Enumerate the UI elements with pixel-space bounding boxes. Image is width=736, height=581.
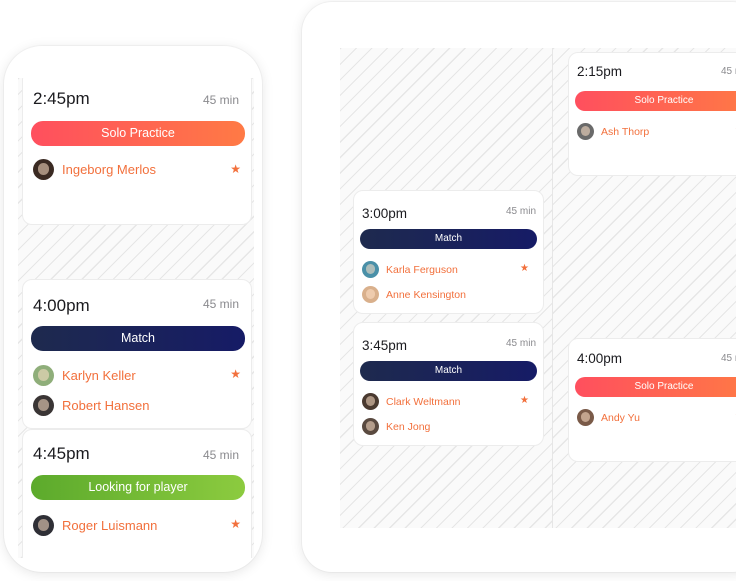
avatar — [577, 409, 594, 426]
player-name[interactable]: Roger Luismann — [62, 518, 157, 533]
player-name[interactable]: Andy Yu — [601, 412, 640, 424]
session-type-badge[interactable]: Match — [31, 326, 245, 351]
session-type-badge[interactable]: Solo Practice — [575, 91, 736, 111]
session-time: 4:45pm — [33, 444, 90, 463]
avatar — [577, 123, 594, 140]
player-row[interactable]: Karlyn Keller — [33, 365, 136, 386]
avatar — [33, 515, 54, 536]
player-row[interactable]: Robert Hansen — [33, 395, 149, 416]
session-card-looking[interactable]: 4:45pm 45 min Looking for player Roger L… — [22, 429, 252, 558]
session-time: 2:15pm — [577, 64, 623, 79]
avatar — [362, 418, 379, 435]
star-icon[interactable]: ★ — [520, 395, 529, 406]
player-name[interactable]: Karlyn Keller — [62, 368, 136, 383]
session-card-match[interactable]: 4:00pm 45 min Match Karlyn Keller ★ Robe… — [22, 279, 252, 429]
session-card-solo-practice[interactable]: 2:15pm 45 min Solo Practice Ash Thorp ★ — [568, 52, 736, 176]
session-time: 3:45pm — [362, 338, 408, 353]
session-time: 2:45pm — [33, 89, 90, 108]
tablet-device: 3:00pm 45 min Match Karla Ferguson ★ Ann… — [302, 2, 736, 572]
session-type-badge[interactable]: Solo Practice — [31, 121, 245, 146]
player-name[interactable]: Ken Jong — [386, 421, 430, 433]
avatar — [33, 159, 54, 180]
session-type-badge[interactable]: Solo Practice — [575, 377, 736, 397]
session-card-solo-practice[interactable]: 2:45pm 45 min Solo Practice Ingeborg Mer… — [22, 78, 252, 225]
player-row[interactable]: Ash Thorp — [577, 123, 649, 140]
star-icon[interactable]: ★ — [230, 162, 241, 176]
avatar — [33, 365, 54, 386]
phone-schedule[interactable]: 2:45pm 45 min Solo Practice Ingeborg Mer… — [18, 78, 254, 558]
avatar — [33, 395, 54, 416]
player-name[interactable]: Clark Weltmann — [386, 396, 461, 408]
avatar — [362, 286, 379, 303]
player-row[interactable]: Andy Yu — [577, 409, 640, 426]
session-type-badge[interactable]: Match — [360, 361, 537, 381]
session-card-match[interactable]: 3:00pm 45 min Match Karla Ferguson ★ Ann… — [353, 190, 544, 314]
player-row[interactable]: Roger Luismann — [33, 515, 157, 536]
star-icon[interactable]: ★ — [230, 517, 241, 531]
player-name[interactable]: Ash Thorp — [601, 126, 649, 138]
session-time: 4:00pm — [577, 351, 623, 366]
session-duration: 45 min — [721, 66, 736, 77]
player-name[interactable]: Anne Kensington — [386, 289, 466, 301]
session-type-badge[interactable]: Looking for player — [31, 475, 245, 500]
tablet-schedule[interactable]: 3:00pm 45 min Match Karla Ferguson ★ Ann… — [340, 48, 736, 528]
session-time: 3:00pm — [362, 206, 408, 221]
player-name[interactable]: Ingeborg Merlos — [62, 162, 156, 177]
session-card-solo-practice[interactable]: 4:00pm 45 min Solo Practice Andy Yu ★ — [568, 338, 736, 462]
avatar — [362, 261, 379, 278]
session-duration: 45 min — [202, 297, 239, 311]
player-name[interactable]: Robert Hansen — [62, 398, 149, 413]
session-duration: 45 min — [505, 338, 536, 349]
player-row[interactable]: Anne Kensington — [362, 286, 466, 303]
player-row[interactable]: Karla Ferguson — [362, 261, 458, 278]
star-icon[interactable]: ★ — [230, 367, 241, 381]
player-row[interactable]: Clark Weltmann — [362, 393, 461, 410]
avatar — [362, 393, 379, 410]
session-card-match[interactable]: 3:45pm 45 min Match Clark Weltmann ★ Ken… — [353, 322, 544, 446]
player-name[interactable]: Karla Ferguson — [386, 264, 458, 276]
session-duration: 45 min — [505, 206, 536, 217]
session-time: 4:00pm — [33, 296, 90, 315]
session-duration: 45 min — [202, 448, 239, 462]
session-duration: 45 min — [721, 353, 736, 364]
phone-device: 2:45pm 45 min Solo Practice Ingeborg Mer… — [4, 46, 262, 572]
session-duration: 45 min — [202, 93, 239, 107]
star-icon[interactable]: ★ — [520, 263, 529, 274]
player-row[interactable]: Ingeborg Merlos — [33, 159, 156, 180]
player-row[interactable]: Ken Jong — [362, 418, 430, 435]
session-type-badge[interactable]: Match — [360, 229, 537, 249]
